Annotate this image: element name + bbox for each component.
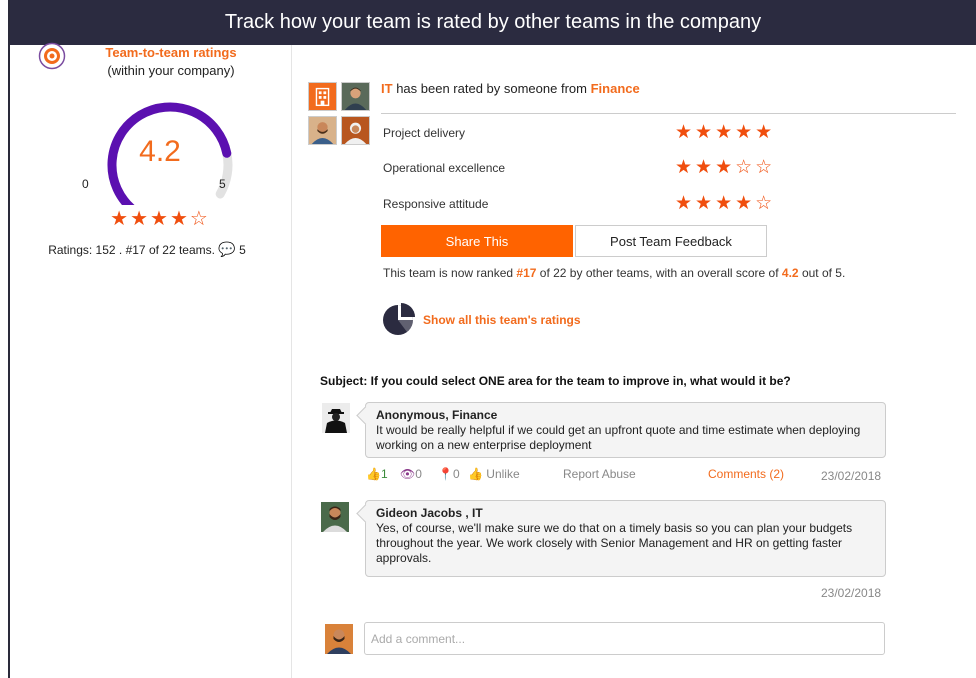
post-team-feedback-button[interactable]: Post Team Feedback — [575, 225, 767, 257]
criterion-row: Operational excellence ★★★☆☆ — [383, 156, 803, 180]
pins-value: 0 — [452, 467, 460, 481]
gauge-max-label: 5 — [219, 177, 226, 191]
speech-bubble-icon[interactable]: 💬 — [218, 241, 235, 257]
show-all-ratings-link[interactable]: Show all this team's ratings — [423, 313, 581, 327]
comment-date: 23/02/2018 — [821, 469, 882, 483]
comment-author: Anonymous, Finance — [376, 408, 498, 422]
comment-count: 5 — [239, 243, 246, 257]
summary-stars: ★★★★☆ — [110, 208, 210, 230]
overall-score: 4.2 — [781, 266, 799, 280]
divider — [381, 113, 956, 114]
criterion-stars: ★★★★☆ — [675, 193, 776, 214]
rank-value: #17 — [516, 266, 537, 280]
comment-bubble: Gideon Jacobs , IT Yes, of course, we'll… — [365, 500, 886, 577]
pie-chart-icon[interactable] — [381, 302, 417, 336]
comment-author: Gideon Jacobs , IT — [376, 506, 483, 520]
criterion-label: Operational excellence — [383, 161, 506, 175]
criterion-label: Project delivery — [383, 126, 466, 140]
current-user-avatar — [325, 624, 353, 654]
like-count[interactable]: 👍1 — [366, 467, 388, 481]
share-button[interactable]: Share This — [381, 225, 573, 257]
comment-bubble: Anonymous, Finance It would be really he… — [365, 402, 886, 458]
avatar[interactable] — [341, 116, 370, 145]
criterion-stars: ★★★☆☆ — [675, 157, 776, 178]
discussion-subject: Subject: If you could select ONE area fo… — [320, 374, 791, 388]
comment-date: 23/02/2018 — [821, 586, 882, 600]
rank-suffix: out of 5. — [801, 266, 846, 280]
eye-icon[interactable]: 👁0 — [400, 467, 422, 481]
criterion-row: Project delivery ★★★★★ — [383, 121, 803, 145]
ratings-stats: Ratings: 152 . #17 of 22 teams. 💬 5 — [12, 241, 282, 258]
views-value: 0 — [415, 467, 422, 481]
rated-team-link[interactable]: IT — [381, 81, 393, 96]
comment-text: Yes, of course, we'll make sure we do th… — [376, 521, 853, 565]
page-header: Track how your team is rated by other te… — [10, 0, 976, 45]
comments-link[interactable]: Comments (2) — [708, 467, 784, 481]
rated-by-text: has been rated by someone from — [396, 81, 587, 96]
pin-icon[interactable]: 📍0 — [438, 467, 460, 481]
summary-subtitle: (within your company) — [107, 63, 235, 78]
unlike-button[interactable]: 👍 Unlike — [468, 467, 520, 481]
comment-actions: 👍1 👁0 📍0 👍 Unlike Report Abuse Comments … — [366, 465, 886, 483]
add-comment-input[interactable] — [364, 622, 885, 655]
avatar[interactable] — [308, 116, 337, 145]
ratings-text: Ratings: 152 . #17 of 22 teams. — [48, 243, 215, 257]
rank-prefix: This team is now ranked — [383, 266, 514, 280]
gauge-min-label: 0 — [82, 177, 89, 191]
report-abuse-link[interactable]: Report Abuse — [563, 467, 636, 481]
anonymous-avatar[interactable] — [322, 403, 350, 433]
rater-team-link[interactable]: Finance — [591, 81, 640, 96]
team-avatars — [308, 82, 372, 146]
avatar[interactable] — [341, 82, 370, 111]
rank-middle: of 22 by other teams, with an overall sc… — [539, 266, 779, 280]
comment-text: It would be really helpful if we could g… — [376, 423, 861, 452]
unlike-label: Unlike — [486, 467, 520, 481]
criterion-row: Responsive attitude ★★★★☆ — [383, 192, 803, 216]
rating-headline: IT has been rated by someone from Financ… — [381, 81, 640, 96]
score-value: 4.2 — [139, 135, 181, 168]
user-avatar[interactable] — [321, 502, 349, 532]
summary-title: Team-to-team ratings — [105, 45, 237, 60]
criterion-stars: ★★★★★ — [675, 122, 776, 143]
likes-value: 1 — [380, 467, 388, 481]
building-icon[interactable] — [308, 82, 337, 111]
rank-summary: This team is now ranked #17 of 22 by oth… — [383, 266, 845, 280]
criterion-label: Responsive attitude — [383, 197, 489, 211]
